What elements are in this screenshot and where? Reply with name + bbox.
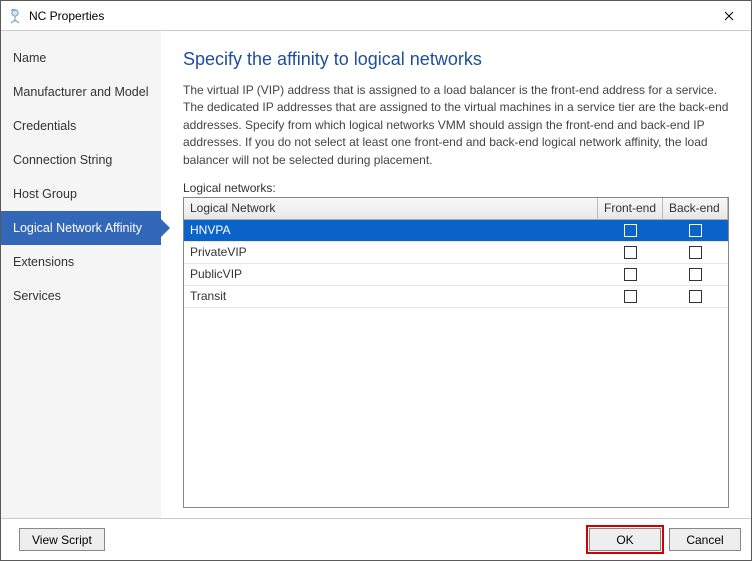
cancel-button[interactable]: Cancel [669, 528, 741, 551]
backend-cell [663, 220, 728, 241]
backend-checkbox[interactable] [689, 224, 702, 237]
frontend-checkbox[interactable] [624, 290, 637, 303]
sidebar-item[interactable]: Host Group [1, 177, 161, 211]
sidebar: Name Manufacturer and Model Credentials Con… [1, 31, 161, 518]
frontend-checkbox[interactable] [624, 246, 637, 259]
backend-checkbox[interactable] [689, 290, 702, 303]
frontend-cell [598, 264, 663, 285]
column-header-network[interactable]: Logical Network [184, 198, 598, 219]
sidebar-item-label: Manufacturer and Model [13, 85, 149, 99]
view-script-button[interactable]: View Script [19, 528, 105, 551]
grid-body: HNVPAPrivateVIPPublicVIPTransit [184, 220, 728, 507]
properties-window: NC Properties Name Manufacturer and Model… [0, 0, 752, 561]
network-name-cell: PrivateVIP [184, 242, 598, 263]
frontend-checkbox[interactable] [624, 224, 637, 237]
sidebar-item[interactable]: Services [1, 279, 161, 313]
ok-button[interactable]: OK [589, 528, 661, 551]
frontend-cell [598, 242, 663, 263]
logical-networks-grid: Logical Network Front-end Back-end HNVPA… [183, 197, 729, 508]
window-title: NC Properties [29, 9, 104, 23]
sidebar-item[interactable]: Credentials [1, 109, 161, 143]
sidebar-item-label: Extensions [13, 255, 74, 269]
network-name-cell: PublicVIP [184, 264, 598, 285]
network-name-cell: Transit [184, 286, 598, 307]
backend-cell [663, 286, 728, 307]
network-name-cell: HNVPA [184, 220, 598, 241]
main-panel: Specify the affinity to logical networks… [161, 31, 751, 518]
sidebar-item[interactable]: Connection String [1, 143, 161, 177]
table-row[interactable]: PublicVIP [184, 264, 728, 286]
table-row[interactable]: HNVPA [184, 220, 728, 242]
column-header-backend[interactable]: Back-end [663, 198, 728, 219]
sidebar-item-label: Host Group [13, 187, 77, 201]
sidebar-item-label: Services [13, 289, 61, 303]
backend-checkbox[interactable] [689, 268, 702, 281]
description-text: The virtual IP (VIP) address that is ass… [183, 82, 729, 169]
grid-label: Logical networks: [183, 181, 729, 195]
sidebar-item[interactable]: Extensions [1, 245, 161, 279]
backend-cell [663, 264, 728, 285]
titlebar: NC Properties [1, 1, 751, 31]
frontend-checkbox[interactable] [624, 268, 637, 281]
grid-header: Logical Network Front-end Back-end [184, 198, 728, 220]
frontend-cell [598, 286, 663, 307]
sidebar-item-label: Connection String [13, 153, 112, 167]
close-button[interactable] [706, 1, 751, 31]
table-row[interactable]: PrivateVIP [184, 242, 728, 264]
frontend-cell [598, 220, 663, 241]
page-heading: Specify the affinity to logical networks [183, 49, 729, 70]
app-icon [7, 8, 23, 24]
sidebar-item-label: Credentials [13, 119, 76, 133]
backend-cell [663, 242, 728, 263]
sidebar-item-label: Name [13, 51, 46, 65]
sidebar-item[interactable]: Name [1, 41, 161, 75]
table-row[interactable]: Transit [184, 286, 728, 308]
dialog-footer: View Script OK Cancel [1, 518, 751, 560]
backend-checkbox[interactable] [689, 246, 702, 259]
sidebar-item-label: Logical Network Affinity [13, 221, 142, 235]
column-header-frontend[interactable]: Front-end [598, 198, 663, 219]
sidebar-item[interactable]: Logical Network Affinity [1, 211, 161, 245]
sidebar-item[interactable]: Manufacturer and Model [1, 75, 161, 109]
